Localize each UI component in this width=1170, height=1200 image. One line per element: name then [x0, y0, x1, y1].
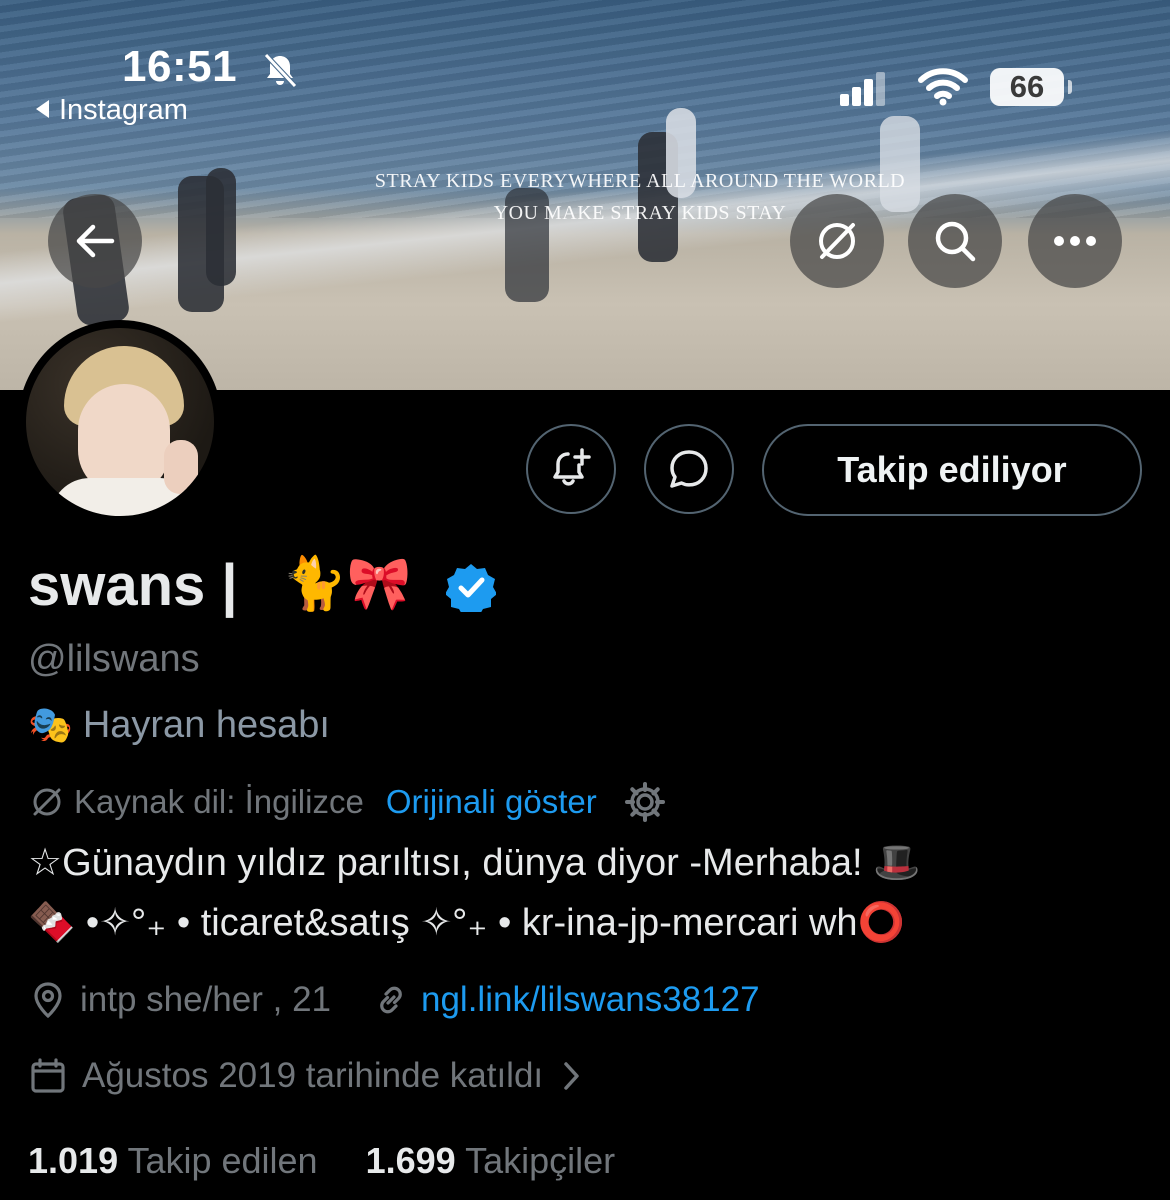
following-count: 1.019: [28, 1140, 119, 1181]
bell-off-icon: [264, 53, 297, 88]
chevron-right-icon: [564, 1062, 579, 1090]
following-button[interactable]: Takip ediliyor: [762, 424, 1142, 516]
followers-count: 1.699: [365, 1140, 456, 1181]
translation-row: Kaynak dil: İngilizce Orijinali göster: [28, 780, 667, 824]
banner-figure: [880, 116, 920, 212]
translate-button[interactable]: [790, 194, 884, 288]
location-icon: [34, 982, 62, 1019]
theater-mask-icon: 🎭: [28, 704, 73, 745]
show-original-link[interactable]: Orijinali göster: [386, 783, 597, 821]
status-time: 16:51: [122, 42, 238, 91]
avatar-photo: [26, 328, 214, 516]
gear-icon[interactable]: [623, 780, 667, 824]
bell-plus-icon: [553, 448, 591, 486]
notifications-button[interactable]: [526, 424, 616, 514]
message-icon: [670, 450, 708, 488]
username-handle: @lilswans: [28, 638, 200, 680]
profile-meta-row: intp she/her , 21 ngl.link/lilswans38127: [28, 980, 760, 1020]
profile-category: 🎭 Hayran hesabı: [28, 704, 330, 747]
cellular-signal-icon: [840, 70, 886, 106]
calendar-icon: [31, 1058, 65, 1093]
banner-figure: [206, 168, 236, 286]
profile-banner[interactable]: STRAY KIDS EVERYWHERE ALL AROUND THE WOR…: [0, 0, 1170, 390]
website-link[interactable]: ngl.link/lilswans38127: [421, 980, 760, 1020]
back-triangle-icon: [36, 100, 49, 119]
location-text: intp she/her , 21: [80, 980, 331, 1019]
followers-label: Takipçiler: [465, 1140, 616, 1181]
back-to-app-link[interactable]: Instagram: [36, 94, 188, 127]
following-link[interactable]: 1.019 Takip edilen: [28, 1140, 318, 1181]
following-label: Takip edilen: [127, 1140, 318, 1181]
message-button[interactable]: [644, 424, 734, 514]
joined-date-row[interactable]: Ağustos 2019 tarihinde katıldı: [28, 1056, 587, 1096]
bio-line-2: 🍫 •✧°₊ • ticaret&satış ✧°₊ • kr-ina-jp-m…: [28, 902, 905, 944]
source-language: Kaynak dil: İngilizce: [74, 783, 364, 820]
more-icon: [1054, 236, 1096, 246]
name-emojis: 🐈🎀: [282, 555, 412, 613]
category-label: Hayran hesabı: [82, 704, 330, 746]
more-options-button[interactable]: [1028, 194, 1122, 288]
wifi-icon: [918, 68, 968, 106]
bio-line-1: ☆Günaydın yıldız parıltısı, dünya diyor …: [28, 842, 921, 884]
display-name: swans |: [28, 553, 238, 618]
verified-badge-icon[interactable]: [446, 562, 496, 612]
battery-indicator: 66: [990, 68, 1072, 106]
search-icon: [935, 221, 976, 262]
joined-date-text: Ağustos 2019 tarihinde katıldı: [82, 1056, 544, 1095]
avatar[interactable]: [18, 320, 222, 524]
search-button[interactable]: [908, 194, 1002, 288]
back-button[interactable]: [48, 194, 142, 288]
link-icon: [380, 986, 402, 1014]
back-app-label: Instagram: [59, 94, 188, 126]
translate-small-icon: [33, 788, 61, 816]
back-arrow-icon: [76, 224, 115, 258]
follow-counts: 1.019 Takip edilen 1.699 Takipçiler: [28, 1140, 615, 1182]
banner-caption-line1: STRAY KIDS EVERYWHERE ALL AROUND THE WOR…: [374, 170, 906, 192]
translate-icon: [819, 223, 855, 259]
followers-link[interactable]: 1.699 Takipçiler: [366, 1140, 616, 1181]
